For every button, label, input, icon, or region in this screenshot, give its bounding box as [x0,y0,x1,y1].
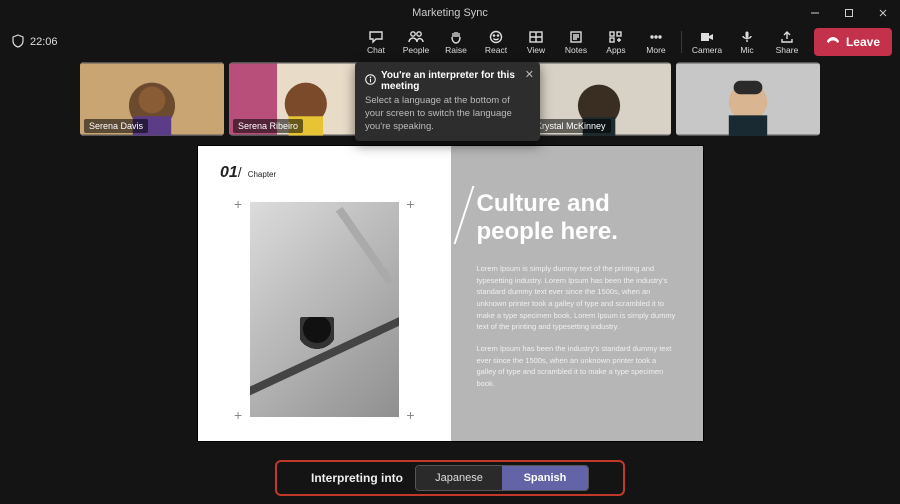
share-button[interactable]: Share [768,27,806,57]
tooltip-close-button[interactable]: ✕ [525,68,534,81]
view-icon [528,30,544,44]
mic-icon [739,30,755,44]
tooltip-title: You're an interpreter for this meeting [381,70,530,92]
notes-button[interactable]: Notes [557,27,595,57]
crop-mark-icon: + [406,196,414,212]
chapter-number: 01 [220,164,238,181]
share-icon [779,30,795,44]
meeting-toolbar: 22:06 Chat People Raise React View Notes… [0,26,900,58]
react-icon [488,30,504,44]
participant-name: Serena Ribeiro [233,119,303,133]
camera-button[interactable]: Camera [688,27,726,57]
participant-name: Krystal McKinney [531,119,611,133]
toolbar-separator [681,31,682,53]
minimize-button[interactable] [798,0,832,26]
people-icon [408,30,424,44]
language-option-japanese[interactable]: Japanese [416,466,502,490]
mic-button[interactable]: Mic [728,27,766,57]
language-segmented-control: Japanese Spanish [415,465,589,491]
chat-button[interactable]: Chat [357,27,395,57]
crop-mark-icon: + [234,196,242,212]
participant-tile[interactable]: Serena Davis [80,62,224,136]
slide-left-panel: 01/ Chapter + + + + [198,146,451,441]
raise-hand-button[interactable]: Raise [437,27,475,57]
apps-icon [608,30,624,44]
raise-hand-icon [448,30,464,44]
notes-icon [568,30,584,44]
title-bar: Marketing Sync [0,0,900,26]
maximize-button[interactable] [832,0,866,26]
leave-icon [826,35,840,49]
interpreting-bar: Interpreting into Japanese Spanish [275,460,625,496]
slide-paragraph: Lorem Ipsum is simply dummy text of the … [477,263,678,333]
more-icon [648,30,664,44]
shared-content: 01/ Chapter + + + + Culture and people h… [198,146,703,441]
slide-heading: Culture and people here. [477,190,678,245]
participant-name: Serena Davis [84,119,148,133]
slide-photo [250,202,399,417]
shield-icon [12,34,24,51]
window-title: Marketing Sync [412,7,488,19]
interpreting-label: Interpreting into [311,471,403,485]
interpreter-tooltip: ✕ You're an interpreter for this meeting… [355,62,540,141]
chat-icon [368,30,384,44]
slide-right-panel: Culture and people here. Lorem Ipsum is … [451,146,704,441]
apps-button[interactable]: Apps [597,27,635,57]
tooltip-body: Select a language at the bottom of your … [365,95,530,133]
participant-tile[interactable] [676,62,820,136]
chapter-label: Chapter [248,170,276,179]
language-option-spanish[interactable]: Spanish [502,466,588,490]
meeting-duration: 22:06 [30,36,58,48]
meeting-status-left: 22:06 [12,34,58,51]
participant-tile[interactable]: Serena Ribeiro [229,62,373,136]
people-button[interactable]: People [397,27,435,57]
more-button[interactable]: More [637,27,675,57]
slide-paragraph: Lorem Ipsum has been the industry's stan… [477,343,678,390]
window-controls [798,0,900,26]
info-icon [365,74,376,88]
leave-button[interactable]: Leave [814,28,892,56]
react-button[interactable]: React [477,27,515,57]
crop-mark-icon: + [234,407,242,423]
participant-video [676,62,820,136]
camera-icon [699,30,715,44]
crop-mark-icon: + [406,407,414,423]
view-button[interactable]: View [517,27,555,57]
close-button[interactable] [866,0,900,26]
participant-tile[interactable]: Krystal McKinney [527,62,671,136]
